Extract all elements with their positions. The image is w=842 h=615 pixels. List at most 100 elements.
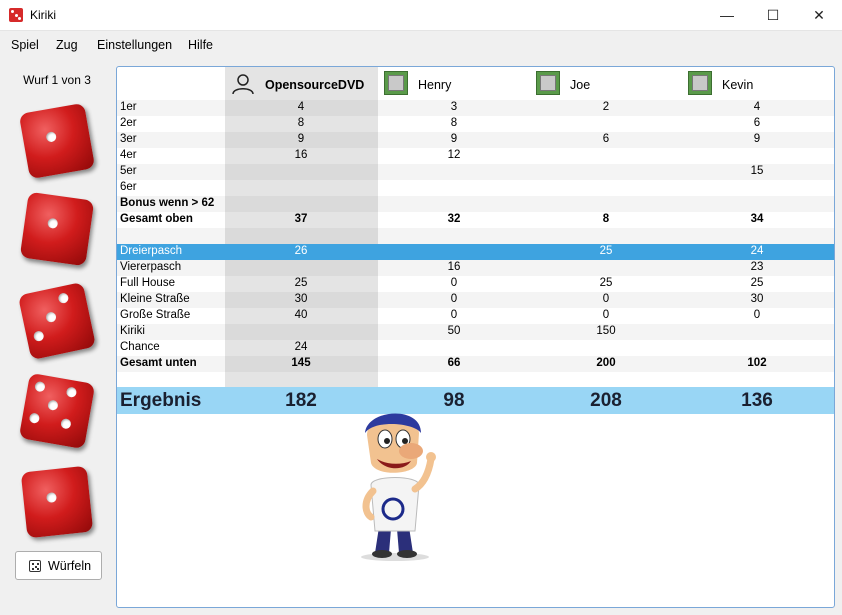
die-1[interactable] — [19, 103, 95, 179]
score-cell[interactable]: 16 — [271, 149, 331, 161]
score-cell[interactable]: 200 — [576, 357, 636, 369]
score-cell[interactable]: 32 — [424, 213, 484, 225]
score-cell[interactable]: 8 — [424, 117, 484, 129]
score-cell[interactable]: 9 — [271, 133, 331, 145]
score-cell[interactable]: 0 — [576, 309, 636, 321]
die-pip — [33, 330, 45, 342]
title-bar: Kiriki — ☐ ✕ — [0, 0, 842, 31]
score-cell[interactable]: 0 — [727, 309, 787, 321]
score-cell[interactable]: 34 — [727, 213, 787, 225]
score-cell[interactable]: 9 — [424, 133, 484, 145]
score-row[interactable]: Full House2502525 — [117, 276, 834, 292]
player-header-1: OpensourceDVD — [225, 67, 378, 101]
score-cell[interactable]: 12 — [424, 149, 484, 161]
result-label: Ergebnis — [120, 390, 201, 412]
roll-status: Wurf 1 von 3 — [0, 73, 114, 87]
score-cell[interactable]: 23 — [727, 261, 787, 273]
score-cell[interactable]: 8 — [576, 213, 636, 225]
score-cell[interactable]: 25 — [727, 277, 787, 289]
score-cell[interactable]: 0 — [424, 309, 484, 321]
score-cell[interactable]: 30 — [271, 293, 331, 305]
die-4[interactable] — [19, 373, 95, 449]
score-cell[interactable]: 0 — [424, 277, 484, 289]
die-pip — [66, 386, 78, 398]
score-cell[interactable]: 102 — [727, 357, 787, 369]
score-cell[interactable]: 25 — [271, 277, 331, 289]
die-pip — [45, 311, 57, 323]
mascot-illustration — [345, 405, 445, 565]
result-row: Ergebnis 182 98 208 136 — [117, 387, 834, 414]
score-cell[interactable]: 6 — [576, 133, 636, 145]
maximize-button[interactable]: ☐ — [750, 0, 796, 31]
die-2[interactable] — [20, 192, 95, 267]
score-cell[interactable]: 26 — [271, 245, 331, 257]
score-cell[interactable]: 0 — [424, 293, 484, 305]
score-cell[interactable]: 25 — [576, 277, 636, 289]
score-cell[interactable]: 37 — [271, 213, 331, 225]
score-cell[interactable]: 150 — [576, 325, 636, 337]
menu-spiel[interactable]: Spiel — [11, 38, 39, 52]
score-row[interactable]: 5er15 — [117, 164, 834, 180]
score-cell[interactable]: 30 — [727, 293, 787, 305]
score-cell[interactable]: 25 — [576, 245, 636, 257]
score-row[interactable]: Kiriki50150 — [117, 324, 834, 340]
score-row-label: 2er — [120, 117, 137, 129]
menu-hilfe[interactable]: Hilfe — [188, 38, 213, 52]
close-button[interactable]: ✕ — [796, 0, 842, 31]
die-pip — [47, 399, 59, 411]
die-pip — [47, 218, 58, 229]
score-row[interactable]: 2er 8 8 6 — [117, 116, 834, 132]
score-cell[interactable]: 16 — [424, 261, 484, 273]
dice-panel: Wurf 1 von 3 Würfeln — [0, 59, 114, 615]
score-cell[interactable]: 0 — [576, 293, 636, 305]
score-row[interactable]: Chance24 — [117, 340, 834, 356]
score-row[interactable]: Bonus wenn > 62 — [117, 196, 834, 212]
score-cell[interactable]: 145 — [271, 357, 331, 369]
score-row-label: 4er — [120, 149, 137, 161]
score-cell[interactable]: 24 — [271, 341, 331, 353]
score-row[interactable]: Kleine Straße300030 — [117, 292, 834, 308]
score-cell[interactable]: 40 — [271, 309, 331, 321]
menu-zug[interactable]: Zug — [56, 38, 78, 52]
score-row[interactable]: 3er 9 9 6 9 — [117, 132, 834, 148]
roll-button[interactable]: Würfeln — [15, 551, 102, 580]
score-row[interactable]: Viererpasch1623 — [117, 260, 834, 276]
score-cell[interactable]: 4 — [727, 101, 787, 113]
score-row[interactable]: Große Straße40000 — [117, 308, 834, 324]
die-5[interactable] — [21, 466, 94, 539]
menu-einstellungen[interactable]: Einstellungen — [97, 38, 172, 52]
score-row[interactable]: Gesamt oben3732834 — [117, 212, 834, 228]
score-cell[interactable]: 3 — [424, 101, 484, 113]
score-row[interactable]: 6er — [117, 180, 834, 196]
score-cell[interactable]: 2 — [576, 101, 636, 113]
score-cell[interactable]: 50 — [424, 325, 484, 337]
result-value-3: 208 — [566, 390, 646, 412]
dice-icon — [29, 560, 41, 572]
score-row-label: 1er — [120, 101, 137, 113]
result-value-1: 182 — [261, 390, 341, 412]
score-cell[interactable]: 4 — [271, 101, 331, 113]
minimize-button[interactable]: — — [704, 0, 750, 31]
score-row[interactable] — [117, 228, 834, 244]
score-cell[interactable]: 24 — [727, 245, 787, 257]
player-name-4: Kevin — [722, 78, 753, 92]
computer-player-icon — [688, 71, 712, 95]
die-pip — [45, 131, 57, 143]
score-cell[interactable]: 6 — [727, 117, 787, 129]
score-row-label: Dreierpasch — [120, 245, 182, 257]
score-cell[interactable]: 15 — [727, 165, 787, 177]
score-row-label: 3er — [120, 133, 137, 145]
die-pip — [34, 381, 46, 393]
score-row[interactable]: Gesamt unten14566200102 — [117, 356, 834, 372]
score-cell[interactable]: 66 — [424, 357, 484, 369]
score-row[interactable]: 4er 16 12 — [117, 148, 834, 164]
score-row[interactable]: 1er 4 3 2 4 — [117, 100, 834, 116]
die-3[interactable] — [18, 282, 96, 360]
player-name-2: Henry — [418, 78, 451, 92]
score-cell[interactable]: 8 — [271, 117, 331, 129]
player-name-3: Joe — [570, 78, 590, 92]
score-cell[interactable]: 9 — [727, 133, 787, 145]
result-value-4: 136 — [717, 390, 797, 412]
score-row[interactable]: Dreierpasch 26 25 24 — [117, 244, 834, 260]
die-pip — [46, 492, 57, 503]
